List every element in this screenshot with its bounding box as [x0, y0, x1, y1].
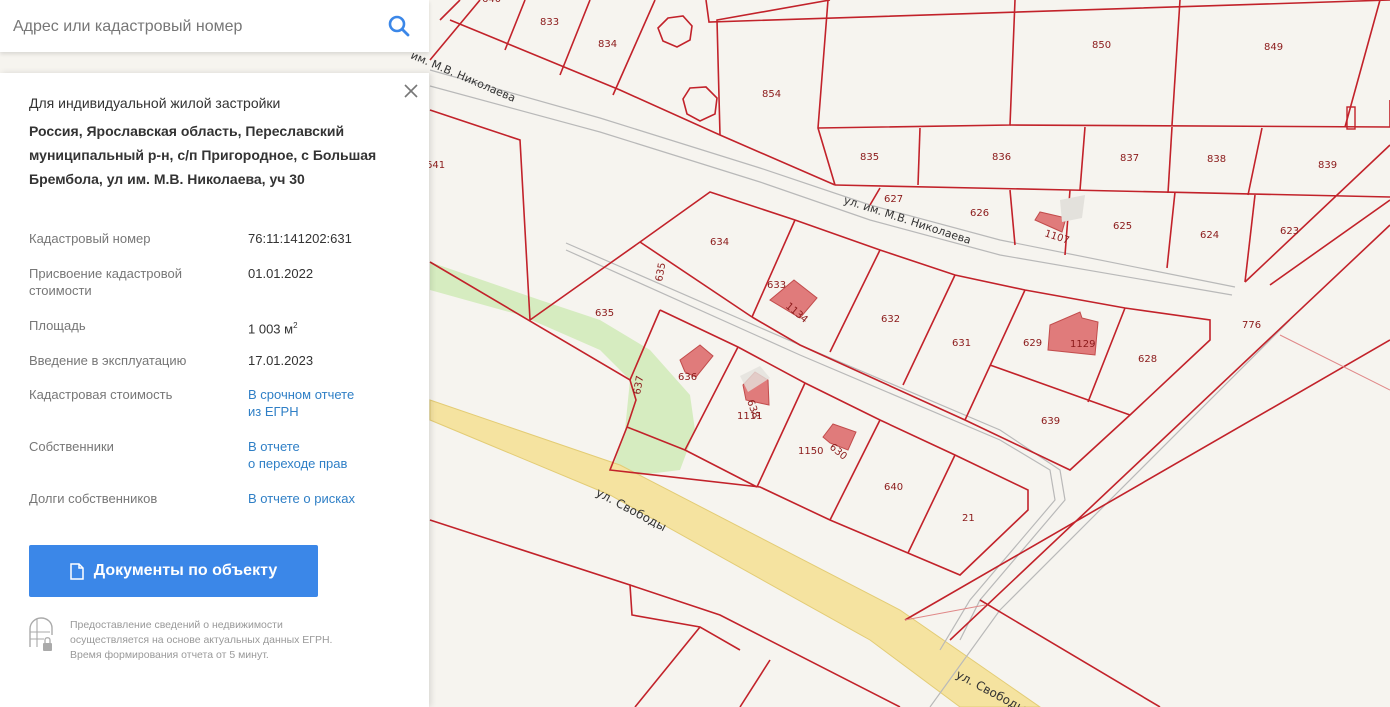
urgent-report-link-line2: из ЕГРН — [248, 404, 299, 419]
plot-label-834: 834 — [598, 39, 617, 50]
area-label: Площадь — [29, 318, 86, 333]
plot-label-623: 623 — [1280, 226, 1299, 237]
owner-debts-label: Долги собственников — [29, 491, 158, 506]
search-input[interactable] — [11, 12, 375, 42]
owners-label: Собственники — [29, 439, 114, 454]
plot-label-631: 631 — [952, 338, 971, 349]
plot-label-21: 21 — [962, 513, 975, 524]
area-value: 1 003 м2 — [248, 317, 418, 337]
document-icon — [70, 562, 84, 580]
plot-label-640: 640 — [482, 0, 501, 5]
search-icon[interactable] — [388, 15, 410, 37]
area-unit-sup: 2 — [293, 321, 298, 330]
plot-label-640: 640 — [884, 482, 903, 493]
plot-label-636: 636 — [678, 372, 697, 383]
plot-label-624: 624 — [1200, 230, 1219, 241]
plot-label-833: 833 — [540, 17, 559, 28]
commissioning-label: Введение в эксплуатацию — [29, 353, 187, 368]
documents-button-label: Документы по объекту — [93, 562, 278, 579]
ownership-report-link-line1: В отчете — [248, 439, 300, 454]
valuation-date-label: Присвоение кадастровой стоимости — [29, 266, 183, 298]
plot-label-836: 836 — [992, 152, 1011, 163]
plot-label-625: 625 — [1113, 221, 1132, 232]
plot-type: Для индивидуальной жилой застройки — [29, 95, 281, 111]
documents-button[interactable]: Документы по объекту — [29, 545, 318, 597]
cadastral-value-label: Кадастровая стоимость — [29, 387, 173, 402]
cadastral-number-value: 76:11:141202:631 — [248, 231, 352, 246]
plot-label-634: 634 — [710, 237, 729, 248]
cadastral-number-label: Кадастровый номер — [29, 231, 151, 246]
risk-report-link[interactable]: В отчете о рисках — [248, 490, 418, 507]
plot-label-1150: 1150 — [798, 446, 823, 457]
plot-label-627: 627 — [884, 194, 903, 205]
plot-label-839: 839 — [1318, 160, 1337, 171]
plot-label-854: 854 — [762, 89, 781, 100]
plot-label-626: 626 — [970, 208, 989, 219]
plot-label-849: 849 — [1264, 42, 1283, 53]
plot-label-837: 837 — [1120, 153, 1139, 164]
urgent-report-link[interactable]: В срочном отчете из ЕГРН — [248, 386, 418, 420]
area-number: 1 003 м — [248, 321, 294, 337]
plot-label-635: 635 — [595, 308, 614, 319]
plot-label-1129: 1129 — [1070, 339, 1095, 350]
ownership-report-link[interactable]: В отчете о переходе прав — [248, 438, 418, 472]
plot-label-628: 628 — [1138, 354, 1157, 365]
commissioning-value: 17.01.2023 — [248, 353, 314, 368]
plot-label-629: 629 — [1023, 338, 1042, 349]
search-bar — [0, 0, 429, 52]
plot-label-632: 632 — [881, 314, 900, 325]
registry-logo-icon — [29, 617, 53, 651]
plot-label-838: 838 — [1207, 154, 1226, 165]
ownership-report-link-line2: о переходе прав — [248, 456, 348, 471]
plot-label-850: 850 — [1092, 40, 1111, 51]
urgent-report-link-line1: В срочном отчете — [248, 387, 355, 402]
valuation-date-value: 01.01.2022 — [248, 266, 314, 281]
plot-label-776: 776 — [1242, 320, 1261, 331]
disclaimer-text: Предоставление сведений о недвижимости о… — [70, 619, 333, 661]
plot-label-639: 639 — [1041, 416, 1060, 427]
plot-label-835: 835 — [860, 152, 879, 163]
plot-address: Россия, Ярославская область, Переславски… — [29, 123, 377, 187]
plot-label-633: 633 — [767, 280, 786, 291]
close-icon[interactable] — [402, 82, 420, 100]
